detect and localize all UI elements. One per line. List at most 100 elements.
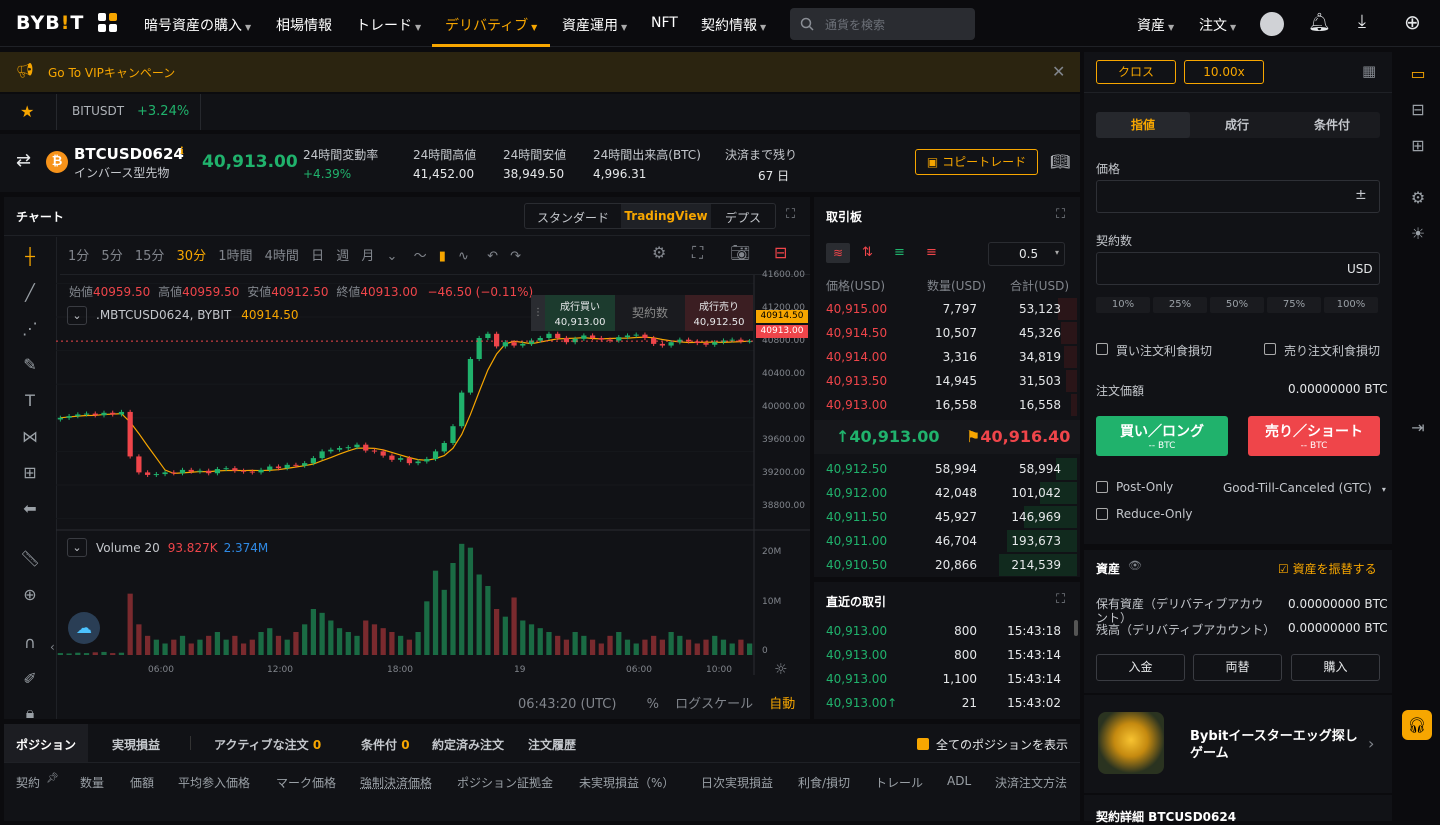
pattern-icon[interactable]: ⋈ [19, 427, 41, 449]
nav-markets[interactable]: 相場情報 [276, 15, 332, 35]
book-row[interactable]: 40,914.50 10,507 45,326 [814, 321, 1077, 345]
tab-limit[interactable]: 指値 [1096, 112, 1190, 138]
interval-1d[interactable]: 日 [311, 249, 324, 264]
promo-text[interactable]: Bybitイースターエッグ探しゲーム [1190, 728, 1362, 762]
nav-derivatives[interactable]: デリバティブ ▼ [445, 15, 537, 35]
nav-contracts[interactable]: 契約情報 ▼ [701, 15, 766, 35]
log-scale-toggle[interactable]: ログスケール [675, 697, 753, 712]
qty-input[interactable]: 契約数 [615, 295, 685, 331]
qty-field[interactable]: USD [1096, 252, 1380, 285]
tab-market[interactable]: 成行 [1190, 112, 1284, 138]
nav-orders[interactable]: 注文 ▼ [1199, 15, 1236, 35]
book-both-icon[interactable]: ≋ [826, 243, 850, 263]
tp-buy-checkbox[interactable] [1096, 343, 1108, 355]
bybit-logo[interactable]: BYB!T [16, 12, 84, 34]
search-input[interactable]: 通貨を検索 [790, 8, 975, 40]
book-row[interactable]: 40,914.00 3,316 34,819 [814, 345, 1077, 369]
settings-icon[interactable]: ⚙ [652, 243, 666, 262]
trendline-icon[interactable]: ╱ [19, 283, 41, 305]
tab-conditional[interactable]: 条件付 0 [361, 736, 410, 753]
market-buy-button[interactable]: 成行買い 40,913.00 [545, 295, 615, 331]
price-chart[interactable] [56, 275, 810, 720]
tab-positions[interactable]: ポジション [4, 724, 88, 762]
lock-icon[interactable]: 🔒︎ [19, 703, 41, 725]
view-depth[interactable]: デプス [725, 209, 761, 226]
crosshair-icon[interactable]: ┼ [19, 247, 41, 269]
deposit-button[interactable]: 入金 [1096, 654, 1185, 681]
interval-1mo[interactable]: 月 [361, 249, 374, 264]
tradingview-logo-icon[interactable]: ☁ [68, 612, 100, 644]
scrollbar[interactable] [1074, 620, 1078, 636]
market-sell-button[interactable]: 成行売り 40,912.50 [685, 295, 753, 331]
tif-select[interactable]: Good-Till-Canceled (GTC) ▾ [1223, 481, 1386, 495]
book-row[interactable]: 40,911.50 45,927 146,969 [814, 505, 1077, 529]
buy-long-button[interactable]: 買い／ロング -- BTC [1096, 416, 1228, 456]
chevron-right-icon[interactable]: › [1368, 734, 1374, 753]
price-input[interactable]: ± [1096, 180, 1380, 213]
book-bids-icon[interactable]: ≡ [894, 245, 905, 260]
book-row[interactable]: 40,912.50 58,994 58,994 [814, 457, 1077, 481]
tab-realized-pnl[interactable]: 実現損益 [112, 736, 160, 753]
collapse-volume-button[interactable]: ⌄ [67, 538, 87, 557]
redo-icon[interactable]: ↷ [510, 249, 521, 264]
forecast-icon[interactable]: ⊞ [19, 463, 41, 485]
collapse-panel-icon[interactable]: ⇥ [1407, 418, 1429, 440]
percent-button[interactable]: 75% [1267, 297, 1321, 313]
interval-1w[interactable]: 週 [336, 249, 349, 264]
margin-mode-button[interactable]: クロス [1096, 60, 1176, 84]
interval-1m[interactable]: 1分 [68, 249, 89, 264]
transfer-link[interactable]: ☑ 資産を振替する [1278, 560, 1377, 577]
copy-trade-button[interactable]: ▣ コピートレード [915, 149, 1038, 175]
indicator-icon[interactable]: ∿ [458, 249, 469, 264]
nav-assets[interactable]: 資産 ▼ [1137, 15, 1174, 35]
book-row[interactable]: 40,912.00 42,048 101,042 [814, 481, 1077, 505]
drag-handle-icon[interactable]: ⋮ [531, 295, 545, 331]
layout-grid-icon[interactable]: ⊞ [1407, 136, 1429, 158]
percent-button[interactable]: 100% [1324, 297, 1378, 313]
layout-icon[interactable]: ▭ [1407, 64, 1429, 86]
chevron-down-icon[interactable]: ⌄ [387, 249, 398, 264]
eye-icon[interactable]: 👁︎ [1128, 559, 1142, 572]
magnet-icon[interactable]: ∩ [19, 633, 41, 655]
close-icon[interactable]: ✕ [1052, 62, 1065, 81]
star-icon[interactable]: ★ [20, 102, 34, 121]
zoom-icon[interactable]: ⊕ [19, 585, 41, 607]
expand-icon[interactable]: ⛶ [1056, 207, 1065, 222]
apps-grid-icon[interactable] [98, 13, 118, 33]
camera-icon[interactable]: 📷︎ [730, 243, 750, 262]
info-icon[interactable]: ℹ [180, 146, 184, 157]
reduce-only-checkbox[interactable] [1096, 508, 1108, 520]
collapse-legend-button[interactable]: ⌄ [67, 306, 87, 325]
candle-icon[interactable]: ▮ [439, 249, 446, 264]
ticker-symbol[interactable]: BTCUSD0624 [74, 145, 184, 163]
layout-split-icon[interactable]: ⊟ [1407, 100, 1429, 122]
view-standard[interactable]: スタンダード [537, 209, 609, 226]
exchange-button[interactable]: 両替 [1193, 654, 1282, 681]
gear-icon[interactable]: ⚙ [1407, 188, 1429, 210]
interval-15m[interactable]: 15分 [135, 249, 165, 264]
percent-button[interactable]: 25% [1153, 297, 1207, 313]
lock-draw-icon[interactable]: ✐ [19, 669, 41, 691]
auto-scale-toggle[interactable]: 自動 [769, 697, 795, 712]
leverage-button[interactable]: 10.00x [1184, 60, 1264, 84]
show-all-checkbox[interactable] [917, 738, 929, 750]
tab-order-history[interactable]: 注文履歴 [528, 736, 576, 753]
nav-nft[interactable]: NFT [651, 15, 678, 31]
tab-conditional-order[interactable]: 条件付 [1284, 112, 1380, 138]
pin-icon[interactable]: 📌︎ [46, 773, 59, 784]
sell-short-button[interactable]: 売り／ショート -- BTC [1248, 416, 1380, 456]
book-sell-icon[interactable]: ≡ [926, 245, 937, 260]
fib-icon[interactable]: ⋰ [19, 319, 41, 341]
banner-text[interactable]: Go To VIPキャンペーン [48, 64, 175, 81]
calculator-icon[interactable]: ▦ [1362, 62, 1376, 80]
theme-icon[interactable]: ☀ [1407, 224, 1429, 246]
percent-button[interactable]: 10% [1096, 297, 1150, 313]
percent-button[interactable]: 50% [1210, 297, 1264, 313]
buy-crypto-button[interactable]: 購入 [1291, 654, 1380, 681]
tab-active-orders[interactable]: アクティブな注文 0 [214, 736, 321, 753]
plus-minus-icon[interactable]: ± [1355, 187, 1367, 203]
expand-icon[interactable]: ⛶ [1056, 592, 1065, 607]
swap-icon[interactable]: ⇄ [16, 150, 31, 171]
interval-1h[interactable]: 1時間 [218, 249, 252, 264]
nav-trade[interactable]: トレード ▼ [356, 15, 421, 35]
